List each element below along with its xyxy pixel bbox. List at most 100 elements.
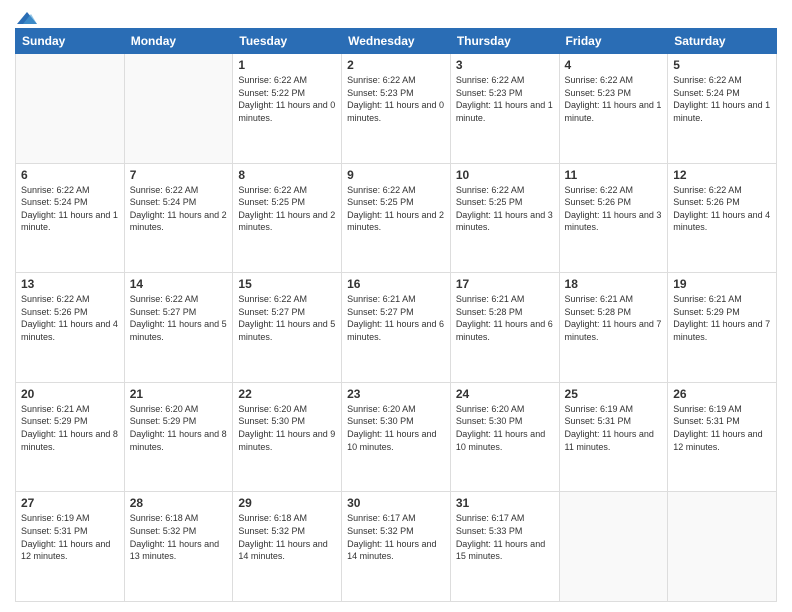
- day-header-saturday: Saturday: [668, 29, 777, 54]
- cell-info: Sunrise: 6:18 AMSunset: 5:32 PMDaylight:…: [238, 513, 327, 561]
- week-row-1: 1 Sunrise: 6:22 AMSunset: 5:22 PMDaylight…: [16, 54, 777, 164]
- calendar-cell: 30 Sunrise: 6:17 AMSunset: 5:32 PMDayligh…: [342, 492, 451, 602]
- day-number: 26: [673, 387, 771, 401]
- cell-info: Sunrise: 6:22 AMSunset: 5:23 PMDaylight:…: [565, 75, 662, 123]
- cell-info: Sunrise: 6:22 AMSunset: 5:27 PMDaylight:…: [238, 294, 335, 342]
- day-number: 12: [673, 168, 771, 182]
- cell-info: Sunrise: 6:19 AMSunset: 5:31 PMDaylight:…: [673, 404, 762, 452]
- cell-info: Sunrise: 6:21 AMSunset: 5:28 PMDaylight:…: [565, 294, 662, 342]
- day-number: 31: [456, 496, 554, 510]
- cell-info: Sunrise: 6:20 AMSunset: 5:30 PMDaylight:…: [238, 404, 335, 452]
- cell-info: Sunrise: 6:22 AMSunset: 5:25 PMDaylight:…: [456, 185, 553, 233]
- calendar-cell: 16Sunrise: 6:21 AMSunset: 5:27 PMDayligh…: [342, 273, 451, 383]
- calendar-cell: 11 Sunrise: 6:22 AMSunset: 5:26 PMDayligh…: [559, 163, 668, 273]
- cell-info: Sunrise: 6:22 AMSunset: 5:27 PMDaylight:…: [130, 294, 227, 342]
- calendar-cell: 4 Sunrise: 6:22 AMSunset: 5:23 PMDaylight…: [559, 54, 668, 164]
- logo-icon: [17, 10, 37, 26]
- day-number: 5: [673, 58, 771, 72]
- week-row-5: 27Sunrise: 6:19 AMSunset: 5:31 PMDayligh…: [16, 492, 777, 602]
- day-number: 6: [21, 168, 119, 182]
- cell-info: Sunrise: 6:22 AMSunset: 5:23 PMDaylight:…: [347, 75, 444, 123]
- day-number: 17: [456, 277, 554, 291]
- calendar-cell: 24 Sunrise: 6:20 AMSunset: 5:30 PMDayligh…: [450, 382, 559, 492]
- calendar-cell: 28 Sunrise: 6:18 AMSunset: 5:32 PMDayligh…: [124, 492, 233, 602]
- calendar-cell: 5 Sunrise: 6:22 AMSunset: 5:24 PMDaylight…: [668, 54, 777, 164]
- day-number: 2: [347, 58, 445, 72]
- calendar-cell: 7Sunrise: 6:22 AMSunset: 5:24 PMDaylight…: [124, 163, 233, 273]
- day-header-thursday: Thursday: [450, 29, 559, 54]
- cell-info: Sunrise: 6:17 AMSunset: 5:32 PMDaylight:…: [347, 513, 436, 561]
- calendar-cell: 23 Sunrise: 6:20 AMSunset: 5:30 PMDayligh…: [342, 382, 451, 492]
- calendar-cell: [559, 492, 668, 602]
- calendar-cell: 10 Sunrise: 6:22 AMSunset: 5:25 PMDayligh…: [450, 163, 559, 273]
- calendar-cell: 25Sunrise: 6:19 AMSunset: 5:31 PMDayligh…: [559, 382, 668, 492]
- day-number: 22: [238, 387, 336, 401]
- calendar-cell: 1 Sunrise: 6:22 AMSunset: 5:22 PMDaylight…: [233, 54, 342, 164]
- cell-info: Sunrise: 6:19 AMSunset: 5:31 PMDaylight:…: [565, 404, 654, 452]
- calendar-cell: [16, 54, 125, 164]
- calendar-cell: 12Sunrise: 6:22 AMSunset: 5:26 PMDayligh…: [668, 163, 777, 273]
- calendar-cell: 19 Sunrise: 6:21 AMSunset: 5:29 PMDayligh…: [668, 273, 777, 383]
- day-header-sunday: Sunday: [16, 29, 125, 54]
- calendar-cell: 21Sunrise: 6:20 AMSunset: 5:29 PMDayligh…: [124, 382, 233, 492]
- day-number: 27: [21, 496, 119, 510]
- cell-info: Sunrise: 6:22 AMSunset: 5:26 PMDaylight:…: [21, 294, 118, 342]
- day-number: 11: [565, 168, 663, 182]
- calendar-cell: 13 Sunrise: 6:22 AMSunset: 5:26 PMDayligh…: [16, 273, 125, 383]
- header: [15, 10, 777, 22]
- cell-info: Sunrise: 6:22 AMSunset: 5:24 PMDaylight:…: [673, 75, 770, 123]
- day-number: 4: [565, 58, 663, 72]
- day-number: 1: [238, 58, 336, 72]
- day-number: 24: [456, 387, 554, 401]
- day-number: 8: [238, 168, 336, 182]
- cell-info: Sunrise: 6:21 AMSunset: 5:28 PMDaylight:…: [456, 294, 553, 342]
- week-row-2: 6 Sunrise: 6:22 AMSunset: 5:24 PMDaylight…: [16, 163, 777, 273]
- day-number: 15: [238, 277, 336, 291]
- day-number: 20: [21, 387, 119, 401]
- day-number: 28: [130, 496, 228, 510]
- cell-info: Sunrise: 6:22 AMSunset: 5:26 PMDaylight:…: [565, 185, 662, 233]
- day-number: 23: [347, 387, 445, 401]
- calendar-cell: 27Sunrise: 6:19 AMSunset: 5:31 PMDayligh…: [16, 492, 125, 602]
- cell-info: Sunrise: 6:22 AMSunset: 5:25 PMDaylight:…: [238, 185, 335, 233]
- calendar-cell: 6 Sunrise: 6:22 AMSunset: 5:24 PMDaylight…: [16, 163, 125, 273]
- day-number: 30: [347, 496, 445, 510]
- calendar-cell: 14Sunrise: 6:22 AMSunset: 5:27 PMDayligh…: [124, 273, 233, 383]
- calendar-cell: 26 Sunrise: 6:19 AMSunset: 5:31 PMDayligh…: [668, 382, 777, 492]
- cell-info: Sunrise: 6:18 AMSunset: 5:32 PMDaylight:…: [130, 513, 219, 561]
- cell-info: Sunrise: 6:22 AMSunset: 5:25 PMDaylight:…: [347, 185, 444, 233]
- calendar-cell: 8 Sunrise: 6:22 AMSunset: 5:25 PMDaylight…: [233, 163, 342, 273]
- cell-info: Sunrise: 6:22 AMSunset: 5:22 PMDaylight:…: [238, 75, 335, 123]
- day-header-tuesday: Tuesday: [233, 29, 342, 54]
- day-header-friday: Friday: [559, 29, 668, 54]
- page: SundayMondayTuesdayWednesdayThursdayFrid…: [0, 0, 792, 612]
- day-header-wednesday: Wednesday: [342, 29, 451, 54]
- day-number: 3: [456, 58, 554, 72]
- cell-info: Sunrise: 6:20 AMSunset: 5:30 PMDaylight:…: [456, 404, 545, 452]
- cell-info: Sunrise: 6:22 AMSunset: 5:23 PMDaylight:…: [456, 75, 553, 123]
- calendar-cell: 17 Sunrise: 6:21 AMSunset: 5:28 PMDayligh…: [450, 273, 559, 383]
- calendar-cell: [124, 54, 233, 164]
- week-row-4: 20 Sunrise: 6:21 AMSunset: 5:29 PMDayligh…: [16, 382, 777, 492]
- calendar-cell: 2 Sunrise: 6:22 AMSunset: 5:23 PMDaylight…: [342, 54, 451, 164]
- calendar-cell: 15 Sunrise: 6:22 AMSunset: 5:27 PMDayligh…: [233, 273, 342, 383]
- day-number: 19: [673, 277, 771, 291]
- day-number: 13: [21, 277, 119, 291]
- cell-info: Sunrise: 6:21 AMSunset: 5:29 PMDaylight:…: [21, 404, 118, 452]
- week-row-3: 13 Sunrise: 6:22 AMSunset: 5:26 PMDayligh…: [16, 273, 777, 383]
- calendar-cell: 31Sunrise: 6:17 AMSunset: 5:33 PMDayligh…: [450, 492, 559, 602]
- calendar-cell: [668, 492, 777, 602]
- cell-info: Sunrise: 6:20 AMSunset: 5:30 PMDaylight:…: [347, 404, 436, 452]
- day-number: 16: [347, 277, 445, 291]
- day-header-monday: Monday: [124, 29, 233, 54]
- calendar-cell: 20 Sunrise: 6:21 AMSunset: 5:29 PMDayligh…: [16, 382, 125, 492]
- cell-info: Sunrise: 6:22 AMSunset: 5:24 PMDaylight:…: [21, 185, 118, 233]
- calendar-cell: 22 Sunrise: 6:20 AMSunset: 5:30 PMDayligh…: [233, 382, 342, 492]
- day-number: 21: [130, 387, 228, 401]
- calendar-table: SundayMondayTuesdayWednesdayThursdayFrid…: [15, 28, 777, 602]
- calendar-cell: 29Sunrise: 6:18 AMSunset: 5:32 PMDayligh…: [233, 492, 342, 602]
- cell-info: Sunrise: 6:21 AMSunset: 5:29 PMDaylight:…: [673, 294, 770, 342]
- day-number: 18: [565, 277, 663, 291]
- cell-info: Sunrise: 6:22 AMSunset: 5:24 PMDaylight:…: [130, 185, 227, 233]
- day-number: 10: [456, 168, 554, 182]
